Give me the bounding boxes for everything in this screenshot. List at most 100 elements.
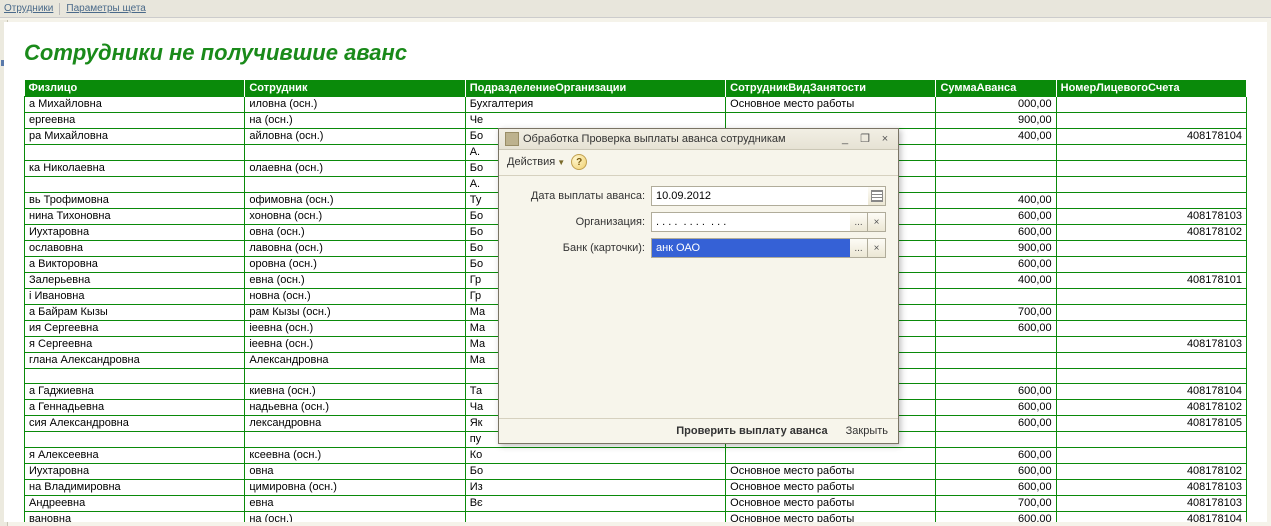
cell: нина Тихоновна <box>25 209 245 225</box>
cell: 600,00 <box>936 416 1056 432</box>
org-select-button[interactable]: ... <box>850 212 868 232</box>
col-podrazdel[interactable]: ПодразделениеОрганизации <box>465 80 725 97</box>
cell <box>25 432 245 448</box>
cell: иловна (осн.) <box>245 97 465 113</box>
field-organization: Организация: ... × <box>511 212 886 232</box>
cell: евна <box>245 496 465 512</box>
bank-input[interactable] <box>651 238 850 258</box>
cell <box>936 177 1056 193</box>
dialog-toolbar: Действия ▼ ? <box>499 150 898 176</box>
table-row[interactable]: ергеевнана (осн.)Че900,00 <box>25 113 1247 129</box>
cell: 408178103 <box>1056 496 1246 512</box>
dialog-minimize-button[interactable]: _ <box>838 133 852 146</box>
dialog-titlebar[interactable]: Обработка Проверка выплаты аванса сотруд… <box>499 129 898 150</box>
cell: Основное место работы <box>726 496 936 512</box>
cell <box>936 145 1056 161</box>
check-payment-button[interactable]: Проверить выплату аванса <box>676 425 827 437</box>
help-icon[interactable]: ? <box>571 154 587 170</box>
col-fizlico[interactable]: Физлицо <box>25 80 245 97</box>
cell: 408178102 <box>1056 400 1246 416</box>
cell: а Байрам Кызы <box>25 305 245 321</box>
cell: овна (осн.) <box>245 225 465 241</box>
table-row[interactable]: а Михайловнаиловна (осн.)БухгалтерияОсно… <box>25 97 1247 113</box>
cell: Из <box>465 480 725 496</box>
cell <box>25 145 245 161</box>
top-toolbar: Отрудники Параметры щета <box>0 0 1271 18</box>
cell: а Геннадьевна <box>25 400 245 416</box>
cell: 408178105 <box>1056 416 1246 432</box>
col-vid[interactable]: СотрудникВидЗанятости <box>726 80 936 97</box>
cell: офимовна (осн.) <box>245 193 465 209</box>
cell <box>1056 161 1246 177</box>
calendar-icon[interactable] <box>868 186 886 206</box>
date-input[interactable] <box>651 186 868 206</box>
dialog-app-icon <box>505 132 519 146</box>
table-row[interactable]: на Владимировнацимировна (осн.)ИзОсновно… <box>25 480 1247 496</box>
cell <box>936 432 1056 448</box>
cell: іеевна (осн.) <box>245 337 465 353</box>
date-label: Дата выплаты аванса: <box>511 190 651 202</box>
table-row[interactable]: ИухтаровнаовнаБоОсновное место работы600… <box>25 464 1247 480</box>
cell <box>1056 97 1246 113</box>
cell: лавовна (осн.) <box>245 241 465 257</box>
cell: ка Николаевна <box>25 161 245 177</box>
cell: вь Трофимовна <box>25 193 245 209</box>
dialog-restore-button[interactable]: ❐ <box>858 133 872 146</box>
cell: Андреевна <box>25 496 245 512</box>
cell: 408178103 <box>1056 337 1246 353</box>
cell: 600,00 <box>936 448 1056 464</box>
table-row[interactable]: АндреевнаевнаВєОсновное место работы700,… <box>25 496 1247 512</box>
cell <box>1056 369 1246 384</box>
cell: глана Александровна <box>25 353 245 369</box>
cell: 600,00 <box>936 384 1056 400</box>
close-button[interactable]: Закрыть <box>846 425 888 437</box>
cell: 400,00 <box>936 193 1056 209</box>
cell <box>245 369 465 384</box>
bank-select-button[interactable]: ... <box>850 238 868 258</box>
cell <box>1056 177 1246 193</box>
cell: 400,00 <box>936 273 1056 289</box>
cell: 600,00 <box>936 209 1056 225</box>
tab-report-params[interactable]: Параметры щета <box>66 3 145 14</box>
cell: новна (осн.) <box>245 289 465 305</box>
cell: на Владимировна <box>25 480 245 496</box>
cell: Бухгалтерия <box>465 97 725 113</box>
col-summa[interactable]: СуммаАванса <box>936 80 1056 97</box>
cell: Основное место работы <box>726 464 936 480</box>
dialog-footer: Проверить выплату аванса Закрыть <box>499 418 898 443</box>
cell: 408178104 <box>1056 129 1246 145</box>
cell <box>1056 145 1246 161</box>
bank-label: Банк (карточки): <box>511 242 651 254</box>
org-clear-button[interactable]: × <box>868 212 886 232</box>
col-sotrudnik[interactable]: Сотрудник <box>245 80 465 97</box>
cell: Вє <box>465 496 725 512</box>
tab-employees[interactable]: Отрудники <box>4 3 53 14</box>
cell <box>1056 257 1246 273</box>
org-input[interactable] <box>651 212 850 232</box>
dialog-check-advance: Обработка Проверка выплаты аванса сотруд… <box>498 128 899 444</box>
cell <box>726 113 936 129</box>
cell: 700,00 <box>936 305 1056 321</box>
cell: хоновна (осн.) <box>245 209 465 225</box>
table-row[interactable]: я Алексеевнаксеевна (осн.)Ко600,00 <box>25 448 1247 464</box>
cell <box>465 512 725 523</box>
cell: 600,00 <box>936 464 1056 480</box>
separator <box>59 3 60 15</box>
dialog-close-button[interactable]: × <box>878 133 892 146</box>
cell: 900,00 <box>936 241 1056 257</box>
cell: олаевна (осн.) <box>245 161 465 177</box>
cell: сия Александровна <box>25 416 245 432</box>
bank-clear-button[interactable]: × <box>868 238 886 258</box>
cell: рам Кызы (осн.) <box>245 305 465 321</box>
cell <box>936 353 1056 369</box>
cell: 408178104 <box>1056 384 1246 400</box>
cell <box>936 289 1056 305</box>
cell: ергеевна <box>25 113 245 129</box>
cell: Бо <box>465 464 725 480</box>
cell: Основное место работы <box>726 97 936 113</box>
actions-menu[interactable]: Действия ▼ <box>507 156 565 168</box>
table-row[interactable]: вановнана (осн.)Основное место работы600… <box>25 512 1247 523</box>
cell <box>1056 193 1246 209</box>
col-schet[interactable]: НомерЛицевогоСчета <box>1056 80 1246 97</box>
actions-label: Действия <box>507 156 555 168</box>
